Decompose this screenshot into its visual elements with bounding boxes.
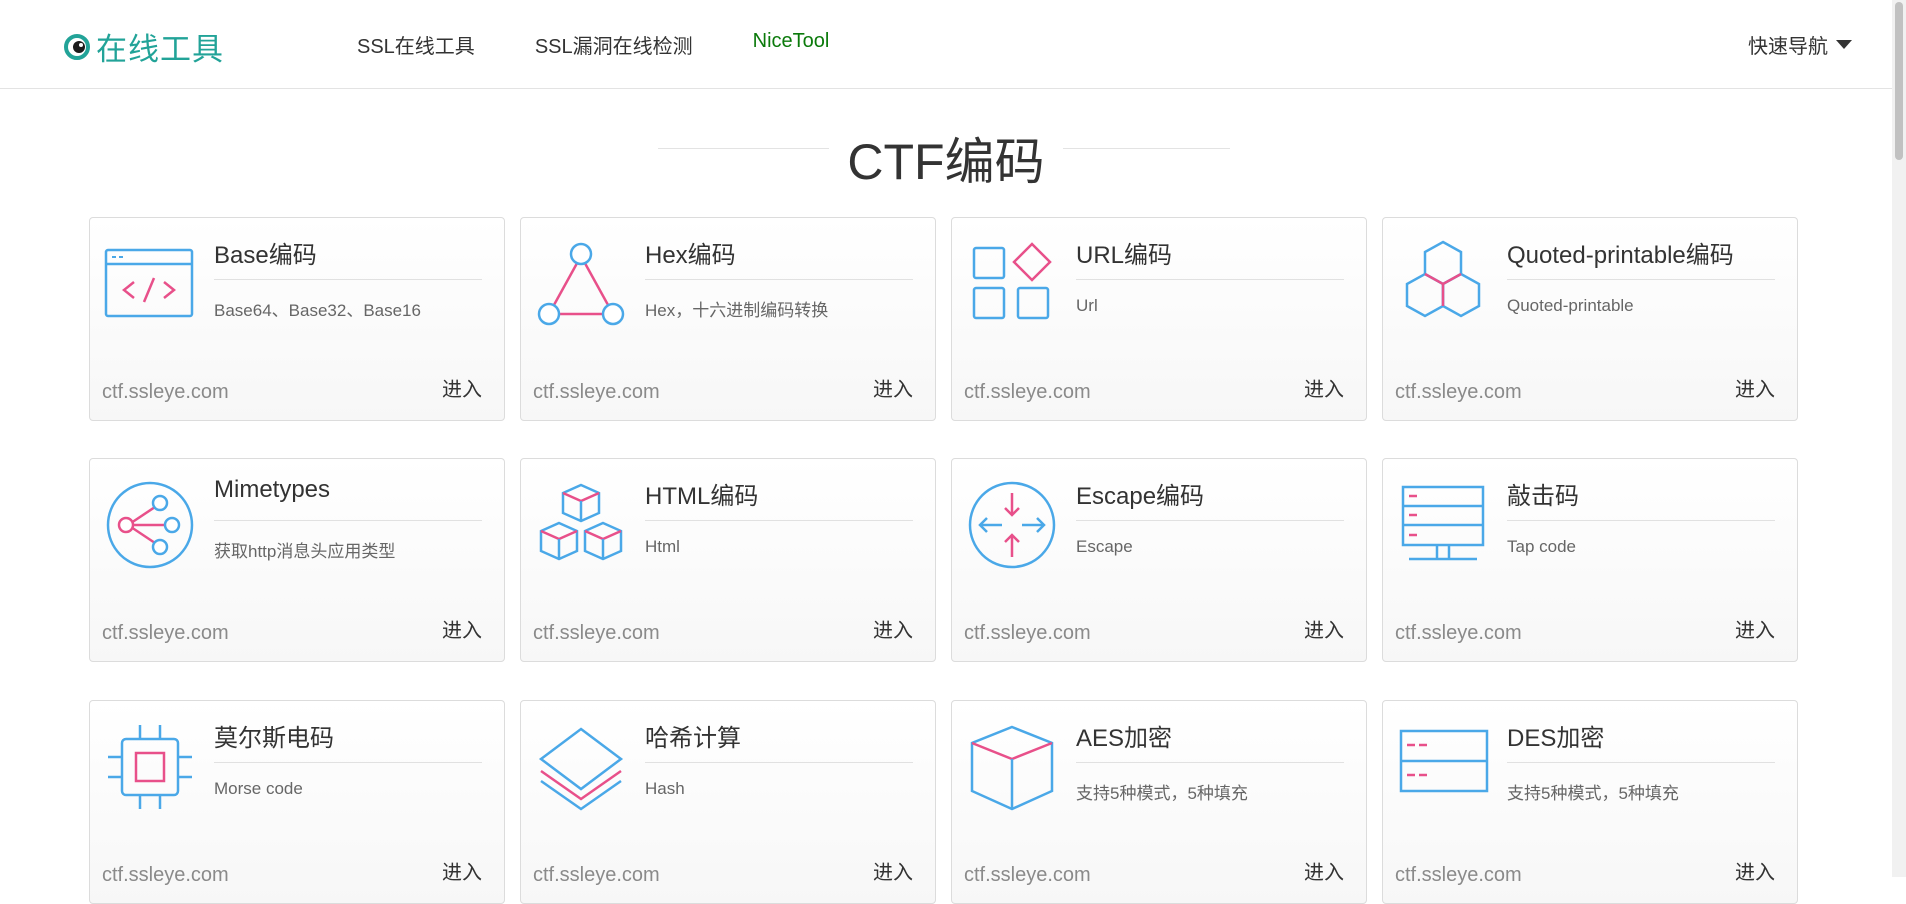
card-description: Escape: [1076, 537, 1133, 556]
tool-card-quoted-printable[interactable]: Quoted-printable编码 Quoted-printable ctf.…: [1382, 217, 1798, 421]
card-divider: [1507, 762, 1775, 763]
site-logo[interactable]: 在线工具: [64, 24, 224, 69]
nav-ssl-tools[interactable]: SSL在线工具: [357, 30, 475, 59]
card-enter-link[interactable]: 进入: [1735, 856, 1775, 885]
card-description: Tap code: [1507, 537, 1576, 556]
logo-text: 在线工具: [96, 32, 224, 67]
hexagons-icon: [1405, 240, 1481, 318]
card-title: DES加密: [1507, 725, 1605, 752]
panel-icon: [1399, 729, 1489, 793]
tool-card-morse[interactable]: 莫尔斯电码 Morse code ctf.ssleye.com 进入: [89, 700, 505, 904]
card-divider: [214, 520, 482, 521]
tool-card-aes[interactable]: AES加密 支持5种模式，5种填充 ctf.ssleye.com 进入: [951, 700, 1367, 904]
card-title: 哈希计算: [645, 725, 741, 752]
card-enter-link[interactable]: 进入: [873, 856, 913, 885]
share-icon: [106, 481, 194, 569]
card-domain: ctf.ssleye.com: [533, 381, 660, 403]
card-divider: [1507, 520, 1775, 521]
eye-logo-icon: [64, 33, 90, 60]
card-domain: ctf.ssleye.com: [533, 622, 660, 644]
card-divider: [1076, 520, 1344, 521]
section-title: CTF编码: [829, 122, 1063, 194]
tool-card-url[interactable]: URL编码 Url ctf.ssleye.com 进入: [951, 217, 1367, 421]
card-description: 获取http消息头应用类型: [214, 542, 396, 561]
cubes-icon: [539, 483, 623, 561]
code-window-icon: [104, 248, 194, 318]
card-title: Hex编码: [645, 242, 736, 269]
card-domain: ctf.ssleye.com: [1395, 622, 1522, 644]
scrollbar-thumb[interactable]: [1895, 2, 1903, 160]
card-divider: [1076, 279, 1344, 280]
card-description: Url: [1076, 296, 1098, 315]
card-enter-link[interactable]: 进入: [442, 373, 482, 402]
card-title: Base编码: [214, 242, 317, 269]
card-title: 敲击码: [1507, 483, 1579, 510]
card-domain: ctf.ssleye.com: [533, 864, 660, 886]
nav-nicetool[interactable]: NiceTool: [753, 30, 830, 59]
grid-diamond-icon: [972, 242, 1052, 320]
card-domain: ctf.ssleye.com: [1395, 381, 1522, 403]
card-divider: [645, 520, 913, 521]
card-enter-link[interactable]: 进入: [1304, 373, 1344, 402]
card-description: 支持5种模式，5种填充: [1076, 784, 1248, 803]
card-divider: [645, 279, 913, 280]
tool-card-html[interactable]: HTML编码 Html ctf.ssleye.com 进入: [520, 458, 936, 662]
card-divider: [645, 762, 913, 763]
tool-card-tap-code[interactable]: 敲击码 Tap code ctf.ssleye.com 进入: [1382, 458, 1798, 662]
quick-nav-dropdown[interactable]: 快速导航: [1748, 30, 1852, 59]
card-title: 莫尔斯电码: [214, 725, 334, 752]
card-domain: ctf.ssleye.com: [102, 381, 229, 403]
section-heading: CTF编码: [0, 122, 1892, 194]
tool-card-des[interactable]: DES加密 支持5种模式，5种填充 ctf.ssleye.com 进入: [1382, 700, 1798, 904]
server-icon: [1401, 485, 1485, 561]
card-title: HTML编码: [645, 483, 759, 510]
card-description: Hash: [645, 779, 685, 798]
card-enter-link[interactable]: 进入: [1735, 614, 1775, 643]
card-divider: [1507, 279, 1775, 280]
card-description: Hex，十六进制编码转换: [645, 301, 829, 320]
card-domain: ctf.ssleye.com: [964, 864, 1091, 886]
card-divider: [214, 279, 482, 280]
main-nav: SSL在线工具 SSL漏洞在线检测 NiceTool: [357, 30, 889, 59]
card-enter-link[interactable]: 进入: [1304, 614, 1344, 643]
card-enter-link[interactable]: 进入: [873, 373, 913, 402]
card-title: Escape编码: [1076, 483, 1205, 510]
card-title: Quoted-printable编码: [1507, 242, 1734, 269]
card-domain: ctf.ssleye.com: [102, 864, 229, 886]
card-title: Mimetypes: [214, 476, 331, 503]
card-enter-link[interactable]: 进入: [873, 614, 913, 643]
tool-card-mimetypes[interactable]: Mimetypes 获取http消息头应用类型 ctf.ssleye.com 进…: [89, 458, 505, 662]
vertical-scrollbar[interactable]: [1892, 0, 1906, 877]
tool-card-base[interactable]: Base编码 Base64、Base32、Base16 ctf.ssleye.c…: [89, 217, 505, 421]
chip-icon: [108, 725, 192, 809]
card-enter-link[interactable]: 进入: [442, 856, 482, 885]
card-domain: ctf.ssleye.com: [964, 381, 1091, 403]
tool-card-escape[interactable]: Escape编码 Escape ctf.ssleye.com 进入: [951, 458, 1367, 662]
arrows-in-circle-icon: [968, 481, 1056, 569]
nav-ssl-vuln-check[interactable]: SSL漏洞在线检测: [535, 30, 693, 59]
card-description: 支持5种模式，5种填充: [1507, 784, 1679, 803]
card-domain: ctf.ssleye.com: [102, 622, 229, 644]
card-enter-link[interactable]: 进入: [1304, 856, 1344, 885]
card-description: Morse code: [214, 779, 303, 798]
card-title: URL编码: [1076, 242, 1173, 269]
card-divider: [214, 762, 482, 763]
layers-icon: [538, 727, 624, 811]
card-description: Html: [645, 537, 680, 556]
triangle-nodes-icon: [537, 242, 625, 326]
card-enter-link[interactable]: 进入: [1735, 373, 1775, 402]
card-title: AES加密: [1076, 725, 1173, 752]
box-icon: [970, 725, 1054, 811]
card-domain: ctf.ssleye.com: [1395, 864, 1522, 886]
caret-down-icon: [1836, 40, 1852, 49]
card-enter-link[interactable]: 进入: [442, 614, 482, 643]
tool-card-hex[interactable]: Hex编码 Hex，十六进制编码转换 ctf.ssleye.com 进入: [520, 217, 936, 421]
tool-card-hash[interactable]: 哈希计算 Hash ctf.ssleye.com 进入: [520, 700, 936, 904]
card-description: Base64、Base32、Base16: [214, 301, 421, 320]
card-domain: ctf.ssleye.com: [964, 622, 1091, 644]
quick-nav-label: 快速导航: [1748, 36, 1828, 58]
card-divider: [1076, 762, 1344, 763]
card-description: Quoted-printable: [1507, 296, 1634, 315]
top-header: 在线工具 SSL在线工具 SSL漏洞在线检测 NiceTool 快速导航: [0, 0, 1892, 89]
